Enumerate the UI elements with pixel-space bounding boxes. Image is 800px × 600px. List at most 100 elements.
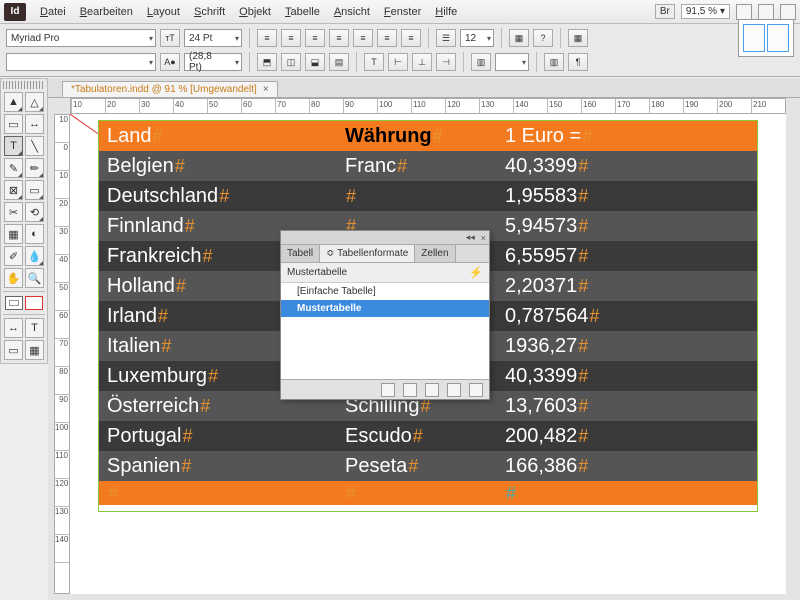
- pencil-tool[interactable]: ✏: [25, 158, 44, 178]
- fill-stroke-swap[interactable]: ↔: [4, 318, 23, 338]
- page-preview[interactable]: [738, 19, 794, 57]
- pen-tool[interactable]: ✎: [4, 158, 23, 178]
- table-cell[interactable]: #: [337, 181, 497, 211]
- menu-bearbeiten[interactable]: Bearbeiten: [74, 4, 139, 20]
- palette-grip[interactable]: [3, 81, 45, 89]
- clear-override-icon[interactable]: [425, 383, 439, 397]
- stroke-icon[interactable]: ▦: [568, 29, 588, 47]
- menu-tabelle[interactable]: Tabelle: [279, 4, 326, 20]
- table-footer-row[interactable]: ###: [99, 481, 757, 511]
- menu-fenster[interactable]: Fenster: [378, 4, 427, 20]
- panel-header[interactable]: ◂◂ ×: [281, 231, 489, 245]
- zoom-level[interactable]: 91,5 %▾: [681, 4, 730, 19]
- table-cell[interactable]: 6,55957#: [497, 241, 757, 271]
- table-cell[interactable]: Spanien#: [99, 451, 337, 481]
- menu-hilfe[interactable]: Hilfe: [429, 4, 463, 20]
- table-cell[interactable]: Belgien#: [99, 151, 337, 181]
- table-row[interactable]: Spanien#Peseta#166,386#: [99, 451, 757, 481]
- merge-cells-icon[interactable]: ▦: [509, 29, 529, 47]
- valign-top-icon[interactable]: ⬒: [257, 53, 277, 71]
- gap-tool[interactable]: ↔: [25, 114, 44, 134]
- unmerge-icon[interactable]: ▥: [544, 53, 564, 71]
- rotate-90-icon[interactable]: ⊢: [388, 53, 408, 71]
- rectangle-tool[interactable]: ▭: [25, 180, 44, 200]
- justify-left-icon[interactable]: ≡: [329, 29, 349, 47]
- gradient-feather-tool[interactable]: ◐: [25, 224, 44, 244]
- table-cell[interactable]: 2,20371#: [497, 271, 757, 301]
- vertical-ruler[interactable]: 100102030405060708090100110120130140: [54, 114, 70, 594]
- zoom-tool[interactable]: 🔍: [25, 268, 44, 288]
- table-row[interactable]: Belgien#Franc#40,3399#: [99, 151, 757, 181]
- gradient-tool[interactable]: ▦: [4, 224, 23, 244]
- rectangle-frame-tool[interactable]: ⊠: [4, 180, 23, 200]
- note-tool[interactable]: ✐: [4, 246, 23, 266]
- close-tab-icon[interactable]: ×: [263, 84, 269, 95]
- screen-mode-icon[interactable]: [758, 4, 774, 20]
- cols-combo[interactable]: [495, 53, 529, 71]
- horizontal-ruler[interactable]: 1020304050607080901001101201301401501601…: [70, 98, 786, 114]
- table-cell[interactable]: 0,787564#: [497, 301, 757, 331]
- rows-combo[interactable]: 12: [460, 29, 494, 47]
- table-cell[interactable]: 1,95583#: [497, 181, 757, 211]
- table-cell[interactable]: 40,3399#: [497, 151, 757, 181]
- table-cell[interactable]: 40,3399#: [497, 361, 757, 391]
- menu-ansicht[interactable]: Ansicht: [328, 4, 376, 20]
- hand-tool[interactable]: ✋: [4, 268, 23, 288]
- menu-datei[interactable]: Datei: [34, 4, 72, 20]
- table-cell[interactable]: Peseta#: [337, 451, 497, 481]
- panel-tab-tabell[interactable]: Tabell: [281, 245, 320, 262]
- panel-style-list[interactable]: [Einfache Tabelle]Mustertabelle: [281, 283, 489, 379]
- panel-tab-tabellenformate[interactable]: ≎ Tabellenformate: [320, 245, 415, 262]
- align-right-icon[interactable]: ≡: [305, 29, 325, 47]
- table-cell[interactable]: 5,94573#: [497, 211, 757, 241]
- panel-collapse-icon[interactable]: ◂◂: [466, 232, 475, 243]
- line-tool[interactable]: ╲: [25, 136, 44, 156]
- table-header-cell[interactable]: Währung#: [337, 121, 497, 151]
- align-left-icon[interactable]: ≡: [257, 29, 277, 47]
- menu-schrift[interactable]: Schrift: [188, 4, 231, 20]
- direct-selection-tool[interactable]: △: [25, 92, 44, 112]
- table-cell[interactable]: Franc#: [337, 151, 497, 181]
- arrange-icon[interactable]: [780, 4, 796, 20]
- panel-icon-1[interactable]: [381, 383, 395, 397]
- rotate-270-icon[interactable]: ⊣: [436, 53, 456, 71]
- leading-combo[interactable]: (28,8 Pt): [184, 53, 242, 71]
- transform-tool[interactable]: ⟲: [25, 202, 44, 222]
- type-tool[interactable]: T: [4, 136, 23, 156]
- font-style-combo[interactable]: [6, 53, 156, 71]
- valign-justify-icon[interactable]: ▤: [329, 53, 349, 71]
- preview-view-icon[interactable]: ▦: [25, 340, 44, 360]
- font-family-combo[interactable]: Myriad Pro: [6, 29, 156, 47]
- table-header-cell[interactable]: Land#: [99, 121, 337, 151]
- normal-view-icon[interactable]: ▭: [4, 340, 23, 360]
- help-icon[interactable]: ?: [533, 29, 553, 47]
- style-panel-icon[interactable]: ¶: [568, 53, 588, 71]
- table-cell[interactable]: 200,482#: [497, 421, 757, 451]
- formatting-affects[interactable]: T: [25, 318, 44, 338]
- new-style-icon[interactable]: [447, 383, 461, 397]
- scissors-tool[interactable]: ✂: [4, 202, 23, 222]
- menu-layout[interactable]: Layout: [141, 4, 186, 20]
- table-cell[interactable]: 1936,27#: [497, 331, 757, 361]
- table-styles-panel[interactable]: ◂◂ × Tabell ≎ Tabellenformate Zellen Must…: [280, 230, 490, 400]
- justify-center-icon[interactable]: ≡: [353, 29, 373, 47]
- table-header-cell[interactable]: 1 Euro =#: [497, 121, 757, 151]
- font-size-combo[interactable]: 24 Pt: [184, 29, 242, 47]
- table-cell[interactable]: Portugal#: [99, 421, 337, 451]
- justify-full-icon[interactable]: ≡: [401, 29, 421, 47]
- rotate-0-icon[interactable]: T: [364, 53, 384, 71]
- table-cell[interactable]: 166,386#: [497, 451, 757, 481]
- panel-close-icon[interactable]: ×: [481, 233, 486, 243]
- selection-tool[interactable]: ▲: [4, 92, 23, 112]
- table-cell[interactable]: Deutschland#: [99, 181, 337, 211]
- table-cell[interactable]: Escudo#: [337, 421, 497, 451]
- valign-bottom-icon[interactable]: ⬓: [305, 53, 325, 71]
- view-options-icon[interactable]: [736, 4, 752, 20]
- panel-icon-2[interactable]: [403, 383, 417, 397]
- delete-style-icon[interactable]: [469, 383, 483, 397]
- style-list-item[interactable]: Mustertabelle: [281, 300, 489, 317]
- table-row[interactable]: Portugal#Escudo#200,482#: [99, 421, 757, 451]
- panel-tab-zellen[interactable]: Zellen: [415, 245, 455, 262]
- align-center-icon[interactable]: ≡: [281, 29, 301, 47]
- style-list-item[interactable]: [Einfache Tabelle]: [281, 283, 489, 300]
